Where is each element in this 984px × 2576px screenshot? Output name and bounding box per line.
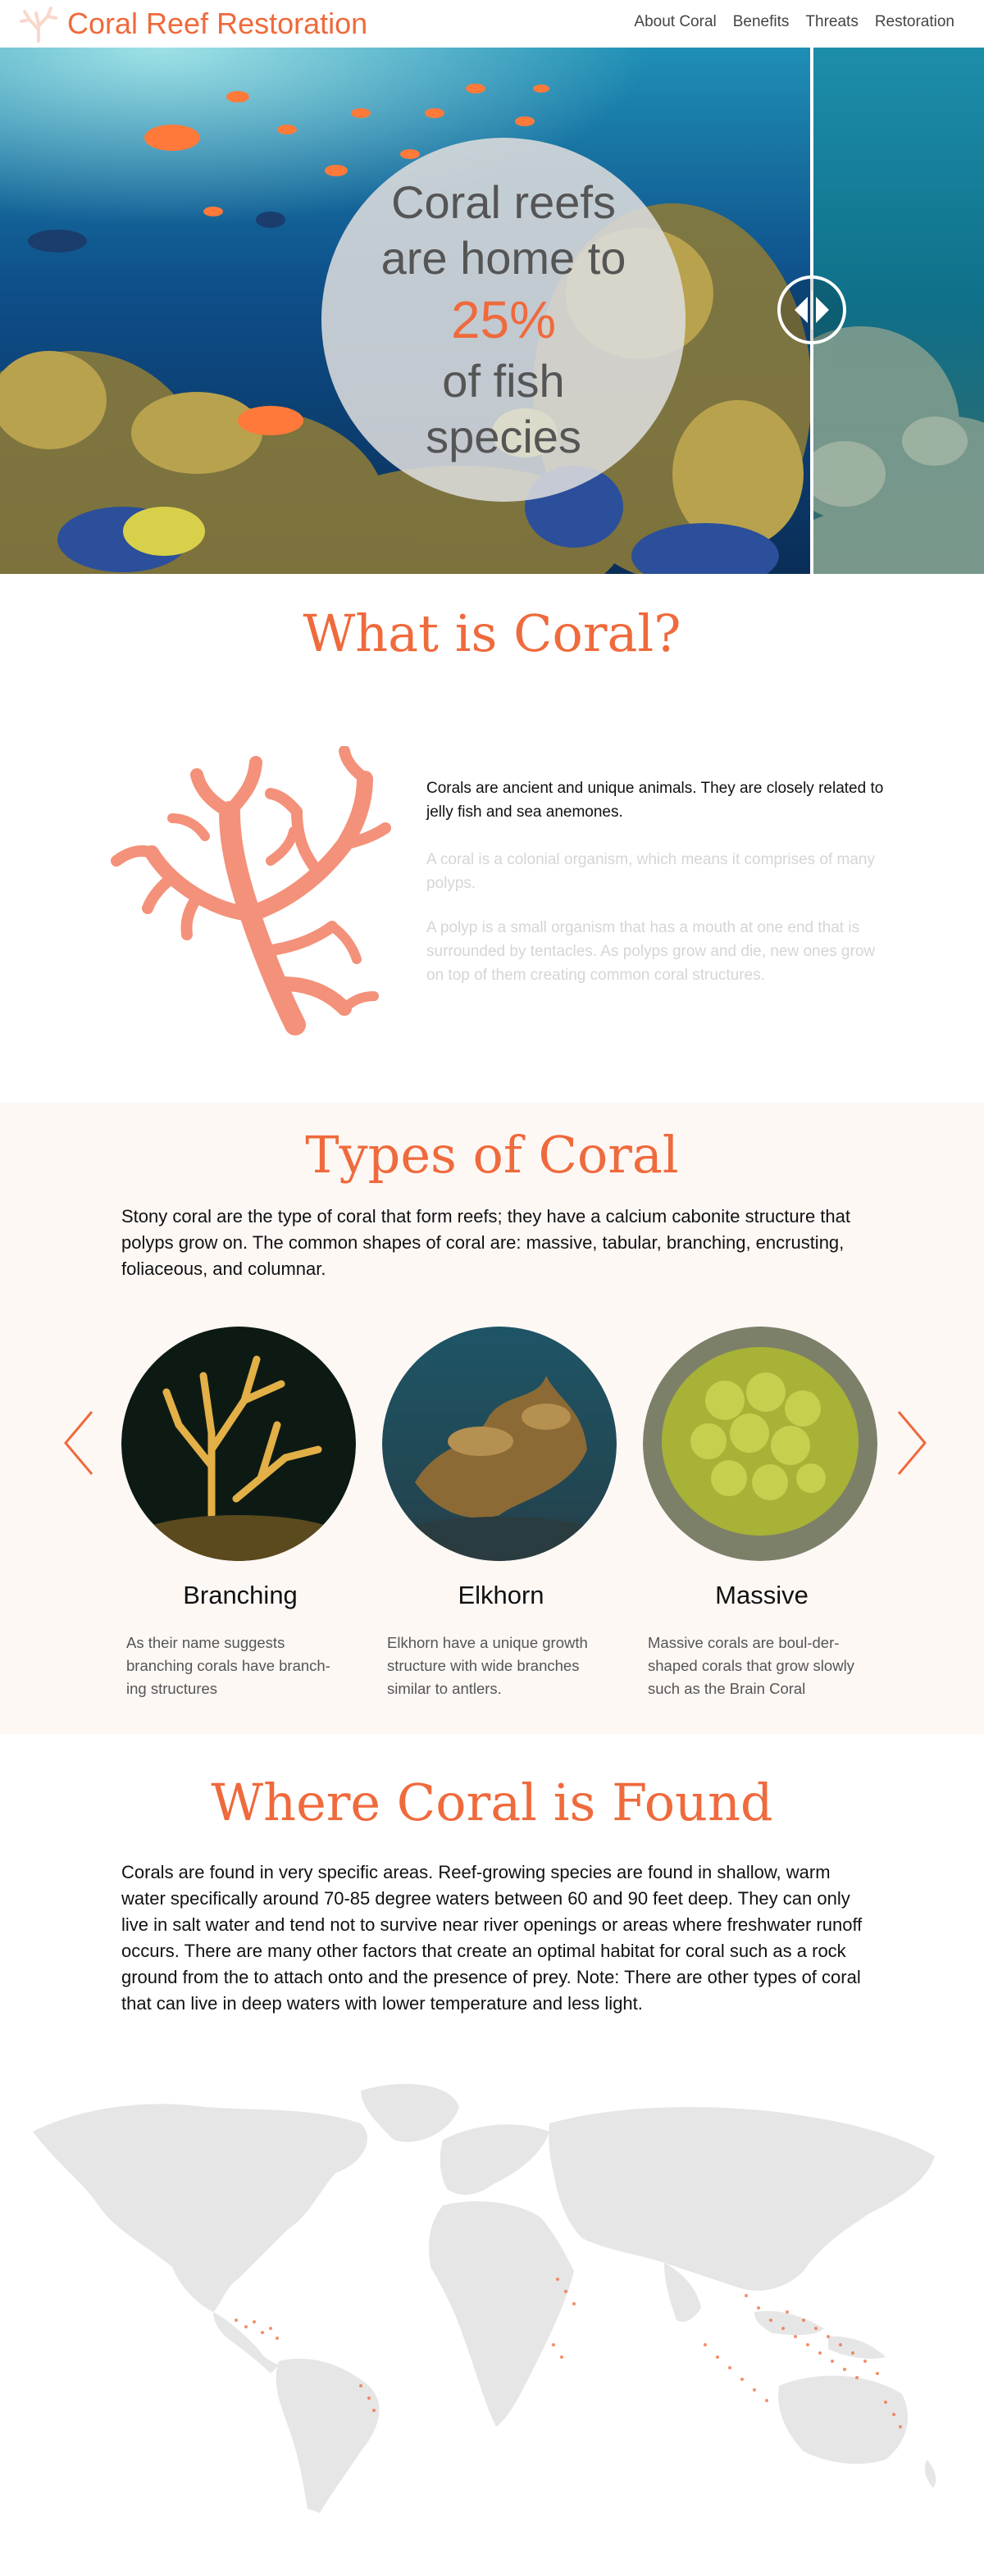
coral-type-name: Branching (183, 1581, 298, 1609)
world-map-coral-locations (33, 2083, 936, 2513)
nav-about-coral[interactable]: About Coral (634, 13, 716, 31)
nav-restoration[interactable]: Restoration (875, 13, 954, 31)
types-of-coral-heading: Types of Coral (305, 1125, 679, 1185)
coral-type-name: Massive (715, 1581, 809, 1609)
stat-text: of fish (442, 355, 565, 407)
compare-slider-icon[interactable] (777, 275, 846, 344)
coral-type-description: As their name suggests branching corals … (126, 1634, 330, 1697)
coral-card-massive[interactable]: Massive Massive corals are boul-der-shap… (643, 1327, 881, 1697)
where-coral-found-heading: Where Coral is Found (211, 1773, 773, 1832)
site-title[interactable]: Coral Reef Restoration (67, 7, 367, 41)
site-header: Coral Reef Restoration About Coral Benef… (0, 0, 984, 48)
elkhorn-coral-photo (382, 1327, 617, 1566)
fish-species-stat: Coral reefs are home to 25% of fish spec… (321, 138, 686, 502)
branching-coral-photo (121, 1327, 356, 1564)
where-coral-found-text: Corals are found in very specific areas.… (121, 1862, 863, 2014)
coral-card-elkhorn[interactable]: Elkhorn Elkhorn have a unique growth str… (382, 1327, 620, 1697)
coral-logo-icon[interactable] (13, 5, 64, 43)
colonial-organism-text: A coral is a colonial organism, which me… (426, 851, 876, 892)
coral-definition-text: Corals are ancient and unique animals. T… (426, 780, 884, 821)
nav-threats[interactable]: Threats (805, 13, 858, 31)
coral-type-description: Massive corals are boul-der-shaped coral… (648, 1634, 854, 1697)
main-nav: About Coral Benefits Threats Restoration (634, 13, 954, 31)
coral-type-name: Elkhorn (458, 1581, 544, 1609)
stat-text: are home to (380, 232, 626, 284)
carousel-prev-arrow-icon[interactable] (62, 1410, 95, 1476)
stat-text: species (426, 411, 581, 462)
stat-value: 25% (450, 290, 557, 349)
what-is-coral-heading: What is Coral? (303, 603, 681, 663)
coral-type-description: Elkhorn have a unique growth structure w… (387, 1634, 588, 1697)
nav-benefits[interactable]: Benefits (733, 13, 790, 31)
massive-coral-photo (643, 1327, 877, 1561)
carousel-next-arrow-icon[interactable] (895, 1410, 928, 1476)
types-intro-text: Stony coral are the type of coral that f… (121, 1206, 851, 1279)
stat-text: Coral reefs (391, 176, 616, 228)
polyp-description-text: A polyp is a small organism that has a m… (426, 919, 876, 984)
hero-section: Coral reefs are home to 25% of fish spec… (0, 48, 984, 574)
coral-card-branching[interactable]: Branching As their name suggests branchi… (121, 1327, 359, 1697)
coral-illustration (111, 746, 391, 1035)
